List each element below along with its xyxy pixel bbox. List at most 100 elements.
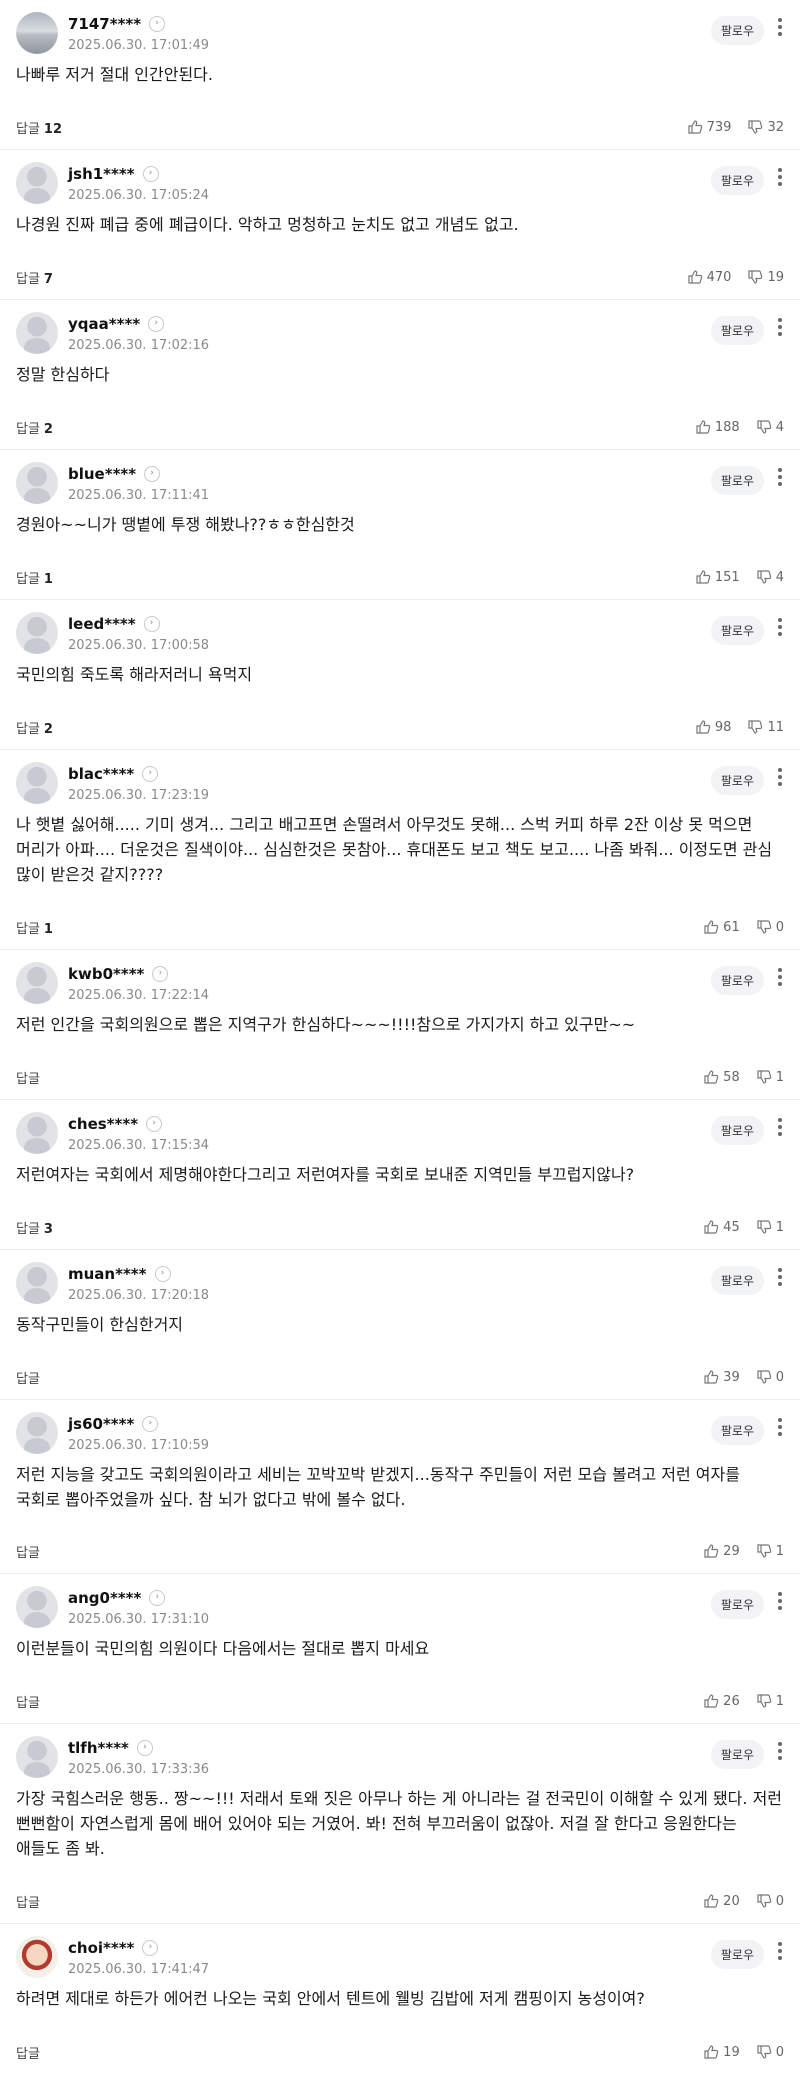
dislike-button[interactable]: 1 <box>756 1543 784 1559</box>
like-button[interactable]: 39 <box>703 1369 740 1385</box>
nickname[interactable]: tlfh**** <box>68 1739 129 1757</box>
follow-button[interactable]: 팔로우 <box>710 766 764 795</box>
profile-arrow-icon[interactable]: › <box>152 966 169 982</box>
reply-button[interactable]: 답글 <box>16 2043 44 2062</box>
avatar[interactable] <box>16 1586 58 1628</box>
nickname[interactable]: ches**** <box>68 1115 138 1133</box>
like-button[interactable]: 188 <box>695 419 740 435</box>
follow-button[interactable]: 팔로우 <box>710 1590 764 1619</box>
profile-arrow-icon[interactable]: › <box>149 1590 166 1606</box>
reply-button[interactable]: 답글 <box>16 1542 44 1561</box>
like-button[interactable]: 61 <box>703 919 740 935</box>
follow-button[interactable]: 팔로우 <box>710 16 764 45</box>
more-options-icon[interactable] <box>776 1742 784 1760</box>
nickname[interactable]: 7147**** <box>68 15 141 33</box>
more-options-icon[interactable] <box>776 1418 784 1436</box>
like-button[interactable]: 98 <box>695 719 731 735</box>
reply-button[interactable]: 답글 1 <box>16 568 53 587</box>
dislike-button[interactable]: 0 <box>756 2044 784 2060</box>
dislike-button[interactable]: 0 <box>756 1369 784 1385</box>
avatar[interactable] <box>16 762 58 804</box>
avatar[interactable] <box>16 1936 58 1978</box>
more-options-icon[interactable] <box>776 468 784 486</box>
more-options-icon[interactable] <box>776 1942 784 1960</box>
avatar[interactable] <box>16 162 58 204</box>
more-options-icon[interactable] <box>776 1118 784 1136</box>
dislike-button[interactable]: 11 <box>747 719 784 735</box>
dislike-button[interactable]: 4 <box>756 419 784 435</box>
avatar[interactable] <box>16 12 58 54</box>
follow-button[interactable]: 팔로우 <box>710 466 764 495</box>
more-options-icon[interactable] <box>776 318 784 336</box>
profile-arrow-icon[interactable]: › <box>142 1416 159 1432</box>
like-button[interactable]: 151 <box>695 569 740 585</box>
more-options-icon[interactable] <box>776 768 784 786</box>
avatar[interactable] <box>16 1262 58 1304</box>
dislike-button[interactable]: 1 <box>756 1069 784 1085</box>
reply-button[interactable]: 답글 7 <box>16 268 53 287</box>
profile-arrow-icon[interactable]: › <box>144 466 161 482</box>
profile-arrow-icon[interactable]: › <box>143 616 160 632</box>
reply-button[interactable]: 답글 12 <box>16 118 62 137</box>
dislike-button[interactable]: 32 <box>747 119 784 135</box>
like-button[interactable]: 58 <box>703 1069 740 1085</box>
nickname[interactable]: blac**** <box>68 765 134 783</box>
like-button[interactable]: 470 <box>687 269 731 285</box>
more-options-icon[interactable] <box>776 1592 784 1610</box>
profile-arrow-icon[interactable]: › <box>136 1740 153 1756</box>
profile-arrow-icon[interactable]: › <box>148 316 165 332</box>
avatar[interactable] <box>16 1112 58 1154</box>
nickname[interactable]: muan**** <box>68 1265 147 1283</box>
nickname[interactable]: ang0**** <box>68 1589 141 1607</box>
reply-button[interactable]: 답글 <box>16 1068 44 1087</box>
avatar[interactable] <box>16 312 58 354</box>
profile-arrow-icon[interactable]: › <box>142 766 159 782</box>
nickname[interactable]: leed**** <box>68 615 136 633</box>
profile-arrow-icon[interactable]: › <box>142 166 159 182</box>
profile-arrow-icon[interactable]: › <box>146 1116 163 1132</box>
dislike-button[interactable]: 0 <box>756 1893 784 1909</box>
dislike-button[interactable]: 19 <box>747 269 784 285</box>
reply-button[interactable]: 답글 1 <box>16 918 53 937</box>
nickname[interactable]: js60**** <box>68 1415 134 1433</box>
like-button[interactable]: 739 <box>687 119 731 135</box>
reply-button[interactable]: 답글 <box>16 1892 44 1911</box>
nickname[interactable]: blue**** <box>68 465 136 483</box>
profile-arrow-icon[interactable]: › <box>149 16 166 32</box>
follow-button[interactable]: 팔로우 <box>710 166 764 195</box>
nickname[interactable]: yqaa**** <box>68 315 140 333</box>
like-button[interactable]: 29 <box>703 1543 740 1559</box>
profile-arrow-icon[interactable]: › <box>142 1940 159 1956</box>
follow-button[interactable]: 팔로우 <box>710 1116 764 1145</box>
avatar[interactable] <box>16 612 58 654</box>
nickname[interactable]: choi**** <box>68 1939 134 1957</box>
avatar[interactable] <box>16 1736 58 1778</box>
like-button[interactable]: 19 <box>703 2044 740 2060</box>
more-options-icon[interactable] <box>776 168 784 186</box>
reply-button[interactable]: 답글 2 <box>16 418 53 437</box>
more-options-icon[interactable] <box>776 618 784 636</box>
follow-button[interactable]: 팔로우 <box>710 316 764 345</box>
reply-button[interactable]: 답글 <box>16 1692 44 1711</box>
more-options-icon[interactable] <box>776 18 784 36</box>
like-button[interactable]: 45 <box>703 1219 740 1235</box>
profile-arrow-icon[interactable]: › <box>154 1266 171 1282</box>
more-options-icon[interactable] <box>776 968 784 986</box>
dislike-button[interactable]: 0 <box>756 919 784 935</box>
nickname[interactable]: jsh1**** <box>68 165 135 183</box>
nickname[interactable]: kwb0**** <box>68 965 144 983</box>
like-button[interactable]: 20 <box>703 1893 740 1909</box>
like-button[interactable]: 26 <box>703 1693 740 1709</box>
reply-button[interactable]: 답글 <box>16 1368 44 1387</box>
follow-button[interactable]: 팔로우 <box>710 616 764 645</box>
avatar[interactable] <box>16 1412 58 1454</box>
avatar[interactable] <box>16 462 58 504</box>
follow-button[interactable]: 팔로우 <box>710 1266 764 1295</box>
dislike-button[interactable]: 4 <box>756 569 784 585</box>
follow-button[interactable]: 팔로우 <box>710 1940 764 1969</box>
avatar[interactable] <box>16 962 58 1004</box>
follow-button[interactable]: 팔로우 <box>710 1740 764 1769</box>
follow-button[interactable]: 팔로우 <box>710 1416 764 1445</box>
dislike-button[interactable]: 1 <box>756 1219 784 1235</box>
follow-button[interactable]: 팔로우 <box>710 966 764 995</box>
